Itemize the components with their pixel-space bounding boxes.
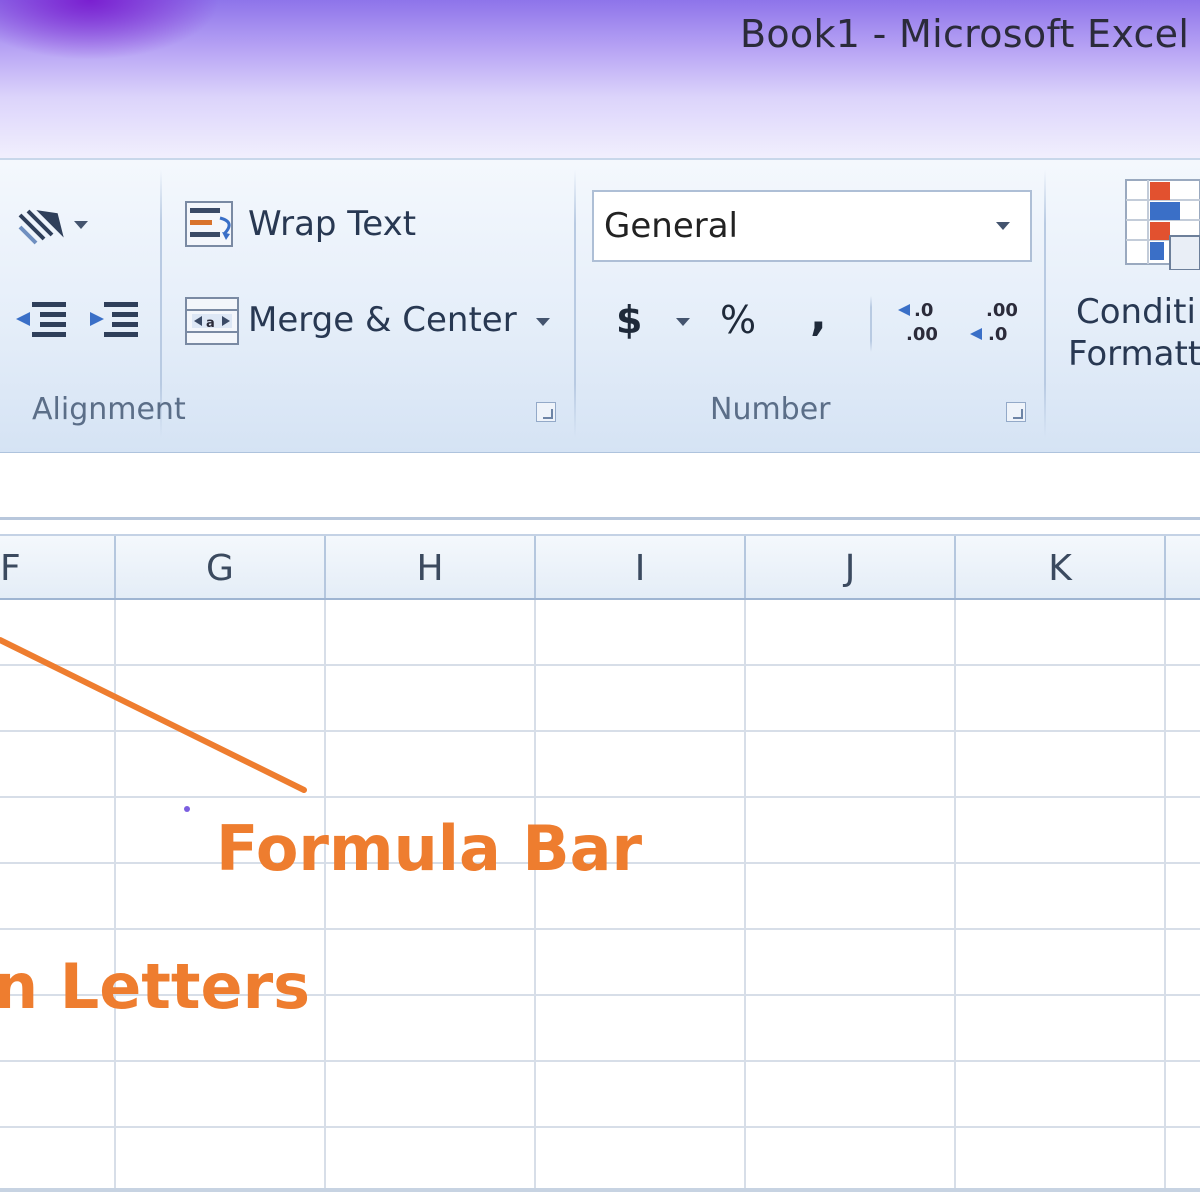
- percent-symbol: %: [720, 298, 757, 342]
- column-header-label: K: [1048, 548, 1072, 589]
- title-bar-glow: [0, 0, 220, 60]
- number-format-dropdown-arrow[interactable]: [996, 222, 1010, 230]
- svg-text:.00: .00: [906, 324, 938, 345]
- decrease-indent-icon[interactable]: [14, 298, 70, 346]
- increase-indent-icon[interactable]: [86, 298, 142, 346]
- wrap-text-button[interactable]: Wrap Text: [182, 196, 432, 256]
- column-header-label: I: [634, 548, 646, 589]
- column-header-label: H: [416, 548, 444, 589]
- currency-dropdown-arrow[interactable]: [676, 318, 690, 326]
- conditional-formatting-label-line1: Conditi: [1076, 292, 1196, 332]
- merge-center-icon: a: [185, 297, 239, 345]
- grid-column-line: [534, 600, 536, 1190]
- grid-column-line: [1164, 600, 1166, 1190]
- column-header-label: F: [0, 548, 21, 589]
- column-header-label: J: [844, 548, 856, 589]
- orientation-icon[interactable]: [14, 205, 94, 249]
- merge-center-dropdown-arrow[interactable]: [536, 318, 550, 326]
- currency-symbol: $: [616, 298, 643, 342]
- column-header-j[interactable]: J: [746, 536, 956, 598]
- svg-text:.00: .00: [986, 300, 1018, 321]
- column-headers: F G H I J K: [0, 534, 1200, 600]
- formula-bar-pointer-line: [0, 637, 307, 793]
- window-title: Book1 - Microsoft Excel St: [740, 12, 1200, 56]
- alignment-group-label: Alignment: [32, 392, 186, 427]
- grid-row-line: [0, 1060, 1200, 1062]
- number-format-value: General: [604, 206, 738, 246]
- comma-symbol: ,: [810, 290, 827, 341]
- number-group-label: Number: [710, 392, 831, 427]
- currency-button[interactable]: $: [606, 292, 702, 352]
- percent-button[interactable]: %: [712, 292, 772, 352]
- alignment-dialog-launcher[interactable]: [536, 402, 556, 422]
- svg-text:.0: .0: [988, 324, 1007, 345]
- grid-column-line: [324, 600, 326, 1190]
- formula-bar-border: [0, 517, 1200, 520]
- column-header-k[interactable]: K: [956, 536, 1166, 598]
- number-format-dropdown[interactable]: General: [592, 190, 1032, 262]
- group-separator: [574, 170, 576, 438]
- group-separator: [1044, 170, 1046, 438]
- group-separator: [870, 296, 872, 352]
- grid-bottom-border: [0, 1188, 1200, 1192]
- merge-center-label: Merge & Center: [248, 300, 517, 340]
- grid-column-line: [954, 600, 956, 1190]
- column-header-i[interactable]: I: [536, 536, 746, 598]
- title-bar: Book1 - Microsoft Excel St: [0, 0, 1200, 158]
- column-letters-annotation: n Letters: [0, 950, 311, 1023]
- grid-row-line: [0, 1126, 1200, 1128]
- decrease-decimal-icon[interactable]: .00 .0: [966, 292, 1030, 348]
- wrap-text-icon: [185, 201, 233, 247]
- merge-center-button[interactable]: a Merge & Center: [182, 292, 562, 352]
- column-header-h[interactable]: H: [326, 536, 536, 598]
- formula-bar[interactable]: [0, 453, 1200, 517]
- conditional-formatting-icon: [1125, 179, 1200, 270]
- grid-column-line: [744, 600, 746, 1190]
- column-header-g[interactable]: G: [116, 536, 326, 598]
- svg-text:a: a: [206, 316, 215, 331]
- cursor-dot: [184, 806, 190, 812]
- grid-row-line: [0, 928, 1200, 930]
- conditional-formatting-button[interactable]: Conditi Formatt: [1062, 176, 1200, 376]
- comma-button[interactable]: ,: [800, 290, 850, 352]
- conditional-formatting-label-line2: Formatt: [1068, 334, 1200, 374]
- formula-bar-annotation: Formula Bar: [216, 812, 643, 885]
- svg-text:.0: .0: [914, 300, 933, 321]
- column-header-label: G: [206, 548, 234, 589]
- column-header-f[interactable]: F: [0, 536, 116, 598]
- number-dialog-launcher[interactable]: [1006, 402, 1026, 422]
- increase-decimal-icon[interactable]: .0 .00: [892, 292, 956, 348]
- wrap-text-label: Wrap Text: [248, 204, 417, 244]
